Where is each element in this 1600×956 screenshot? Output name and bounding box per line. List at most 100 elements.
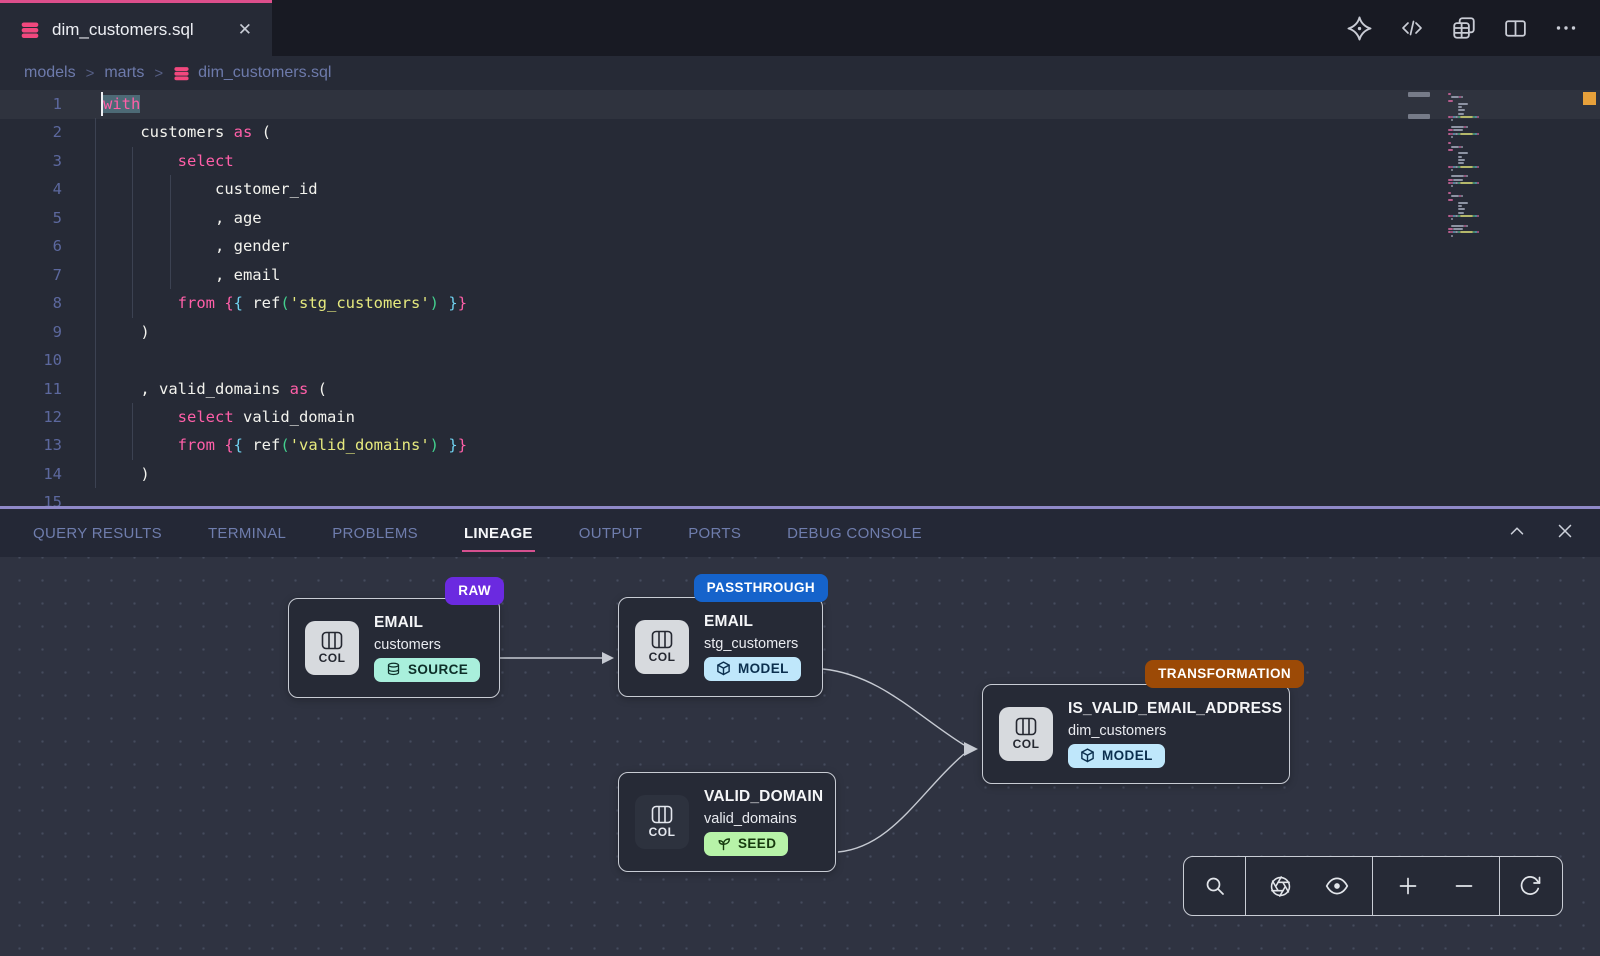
node-title: EMAIL xyxy=(374,614,480,632)
breadcrumb-file[interactable]: dim_customers.sql xyxy=(173,64,331,82)
line-number: 5 xyxy=(0,204,62,232)
code-line: with xyxy=(103,90,140,118)
col-label: COL xyxy=(1013,737,1040,751)
columns-icon xyxy=(321,631,343,650)
code-line: ) xyxy=(103,460,150,488)
breadcrumb: models > marts > dim_customers.sql xyxy=(0,56,1600,90)
model-chip: MODEL xyxy=(704,657,801,681)
editor-tab-bar: dim_customers.sql ✕ xyxy=(0,0,1600,56)
file-tab-title: dim_customers.sql xyxy=(52,20,222,40)
arrowhead xyxy=(964,742,978,756)
gutter: 123456789101112131415 xyxy=(0,90,62,506)
lineage-node-customers[interactable]: RAW COL EMAIL customers SOURCE xyxy=(288,598,500,698)
lineage-toolbar xyxy=(1183,856,1563,916)
panel-tab-bar: QUERY RESULTS TERMINAL PROBLEMS LINEAGE … xyxy=(0,509,1600,557)
line-number: 8 xyxy=(0,289,62,317)
breadcrumb-separator: > xyxy=(154,65,163,82)
database-icon xyxy=(386,662,401,677)
editor-decoration xyxy=(1408,114,1430,119)
breadcrumb-models[interactable]: models xyxy=(24,64,76,82)
tab-close-icon[interactable]: ✕ xyxy=(234,19,256,40)
tab-output[interactable]: OUTPUT xyxy=(579,509,642,557)
lineage-node-valid-domains[interactable]: COL VALID_DOMAIN valid_domains SEED xyxy=(618,772,836,872)
code-line: from {{ ref('stg_customers') }} xyxy=(103,289,467,317)
line-number: 4 xyxy=(0,175,62,203)
seedling-icon xyxy=(716,836,731,851)
tab-query-results[interactable]: QUERY RESULTS xyxy=(33,509,162,557)
line-number: 9 xyxy=(0,318,62,346)
indent-guide xyxy=(95,118,96,488)
dbt-logo-icon[interactable] xyxy=(1346,15,1373,42)
code-line: , email xyxy=(103,261,280,289)
line-number: 14 xyxy=(0,460,62,488)
aperture-icon[interactable] xyxy=(1259,864,1303,908)
col-label: COL xyxy=(319,651,346,665)
raw-badge: RAW xyxy=(445,577,504,605)
code-line: customers as ( xyxy=(103,118,271,146)
close-icon[interactable] xyxy=(1554,520,1576,547)
text-caret xyxy=(101,92,103,116)
plus-icon[interactable] xyxy=(1386,864,1430,908)
minimap[interactable] xyxy=(1448,93,1540,241)
line-number: 2 xyxy=(0,118,62,146)
code-line: from {{ ref('valid_domains') }} xyxy=(103,431,467,459)
source-chip: SOURCE xyxy=(374,658,480,682)
line-number: 15 xyxy=(0,488,62,506)
code-line: , gender xyxy=(103,232,290,260)
col-label: COL xyxy=(649,825,676,839)
tab-ports[interactable]: PORTS xyxy=(688,509,741,557)
editor-decoration xyxy=(1408,92,1430,97)
search-icon[interactable] xyxy=(1193,864,1237,908)
node-subtitle: customers xyxy=(374,637,480,653)
breadcrumb-marts[interactable]: marts xyxy=(104,64,144,82)
code-line: customer_id xyxy=(103,175,318,203)
column-tile: COL xyxy=(305,621,359,675)
column-tile: COL xyxy=(999,707,1053,761)
breadcrumb-separator: > xyxy=(86,65,95,82)
chevron-up-icon[interactable] xyxy=(1506,520,1528,547)
eye-icon[interactable] xyxy=(1315,864,1359,908)
line-number: 6 xyxy=(0,232,62,260)
more-icon[interactable] xyxy=(1554,16,1578,40)
lineage-canvas[interactable]: RAW COL EMAIL customers SOURCE PASSTHROU… xyxy=(0,557,1600,956)
panel-actions xyxy=(1506,509,1576,557)
editor-actions xyxy=(1346,0,1578,56)
code-line: ) xyxy=(103,318,150,346)
tab-lineage[interactable]: LINEAGE xyxy=(464,509,533,557)
node-title: IS_VALID_EMAIL_ADDRESS xyxy=(1068,700,1273,718)
node-subtitle: dim_customers xyxy=(1068,723,1273,739)
code-line: , age xyxy=(103,204,262,232)
node-title: VALID_DOMAIN xyxy=(704,788,819,806)
line-number: 7 xyxy=(0,261,62,289)
line-number: 12 xyxy=(0,403,62,431)
column-tile: COL xyxy=(635,795,689,849)
tab-terminal[interactable]: TERMINAL xyxy=(208,509,286,557)
model-chip: MODEL xyxy=(1068,744,1165,768)
line-number: 1 xyxy=(0,90,62,118)
cube-icon xyxy=(1080,748,1095,763)
columns-icon xyxy=(651,630,673,649)
arrowhead xyxy=(602,652,614,664)
node-subtitle: valid_domains xyxy=(704,811,819,827)
code-icon[interactable] xyxy=(1399,16,1425,40)
lineage-node-stg-customers[interactable]: PASSTHROUGH COL EMAIL stg_customers MODE… xyxy=(618,597,823,697)
columns-icon xyxy=(651,805,673,824)
code-line: , valid_domains as ( xyxy=(103,375,327,403)
tab-debug-console[interactable]: DEBUG CONSOLE xyxy=(787,509,922,557)
code-lines: with customers as ( select customer_id ,… xyxy=(103,90,1420,506)
database-icon xyxy=(20,20,40,40)
lineage-node-dim-customers[interactable]: TRANSFORMATION COL IS_VALID_EMAIL_ADDRES… xyxy=(982,684,1290,784)
code-editor[interactable]: 123456789101112131415 with customers as … xyxy=(0,90,1600,506)
column-tile: COL xyxy=(635,620,689,674)
file-tab[interactable]: dim_customers.sql ✕ xyxy=(0,0,272,56)
overview-ruler-marker xyxy=(1583,92,1596,105)
code-line: select xyxy=(103,147,234,175)
copy-table-icon[interactable] xyxy=(1451,15,1477,41)
split-editor-icon[interactable] xyxy=(1503,16,1528,41)
tab-problems[interactable]: PROBLEMS xyxy=(332,509,418,557)
line-number: 3 xyxy=(0,147,62,175)
col-label: COL xyxy=(649,650,676,664)
code-line: select valid_domain xyxy=(103,403,355,431)
minus-icon[interactable] xyxy=(1442,864,1486,908)
refresh-icon[interactable] xyxy=(1508,864,1552,908)
